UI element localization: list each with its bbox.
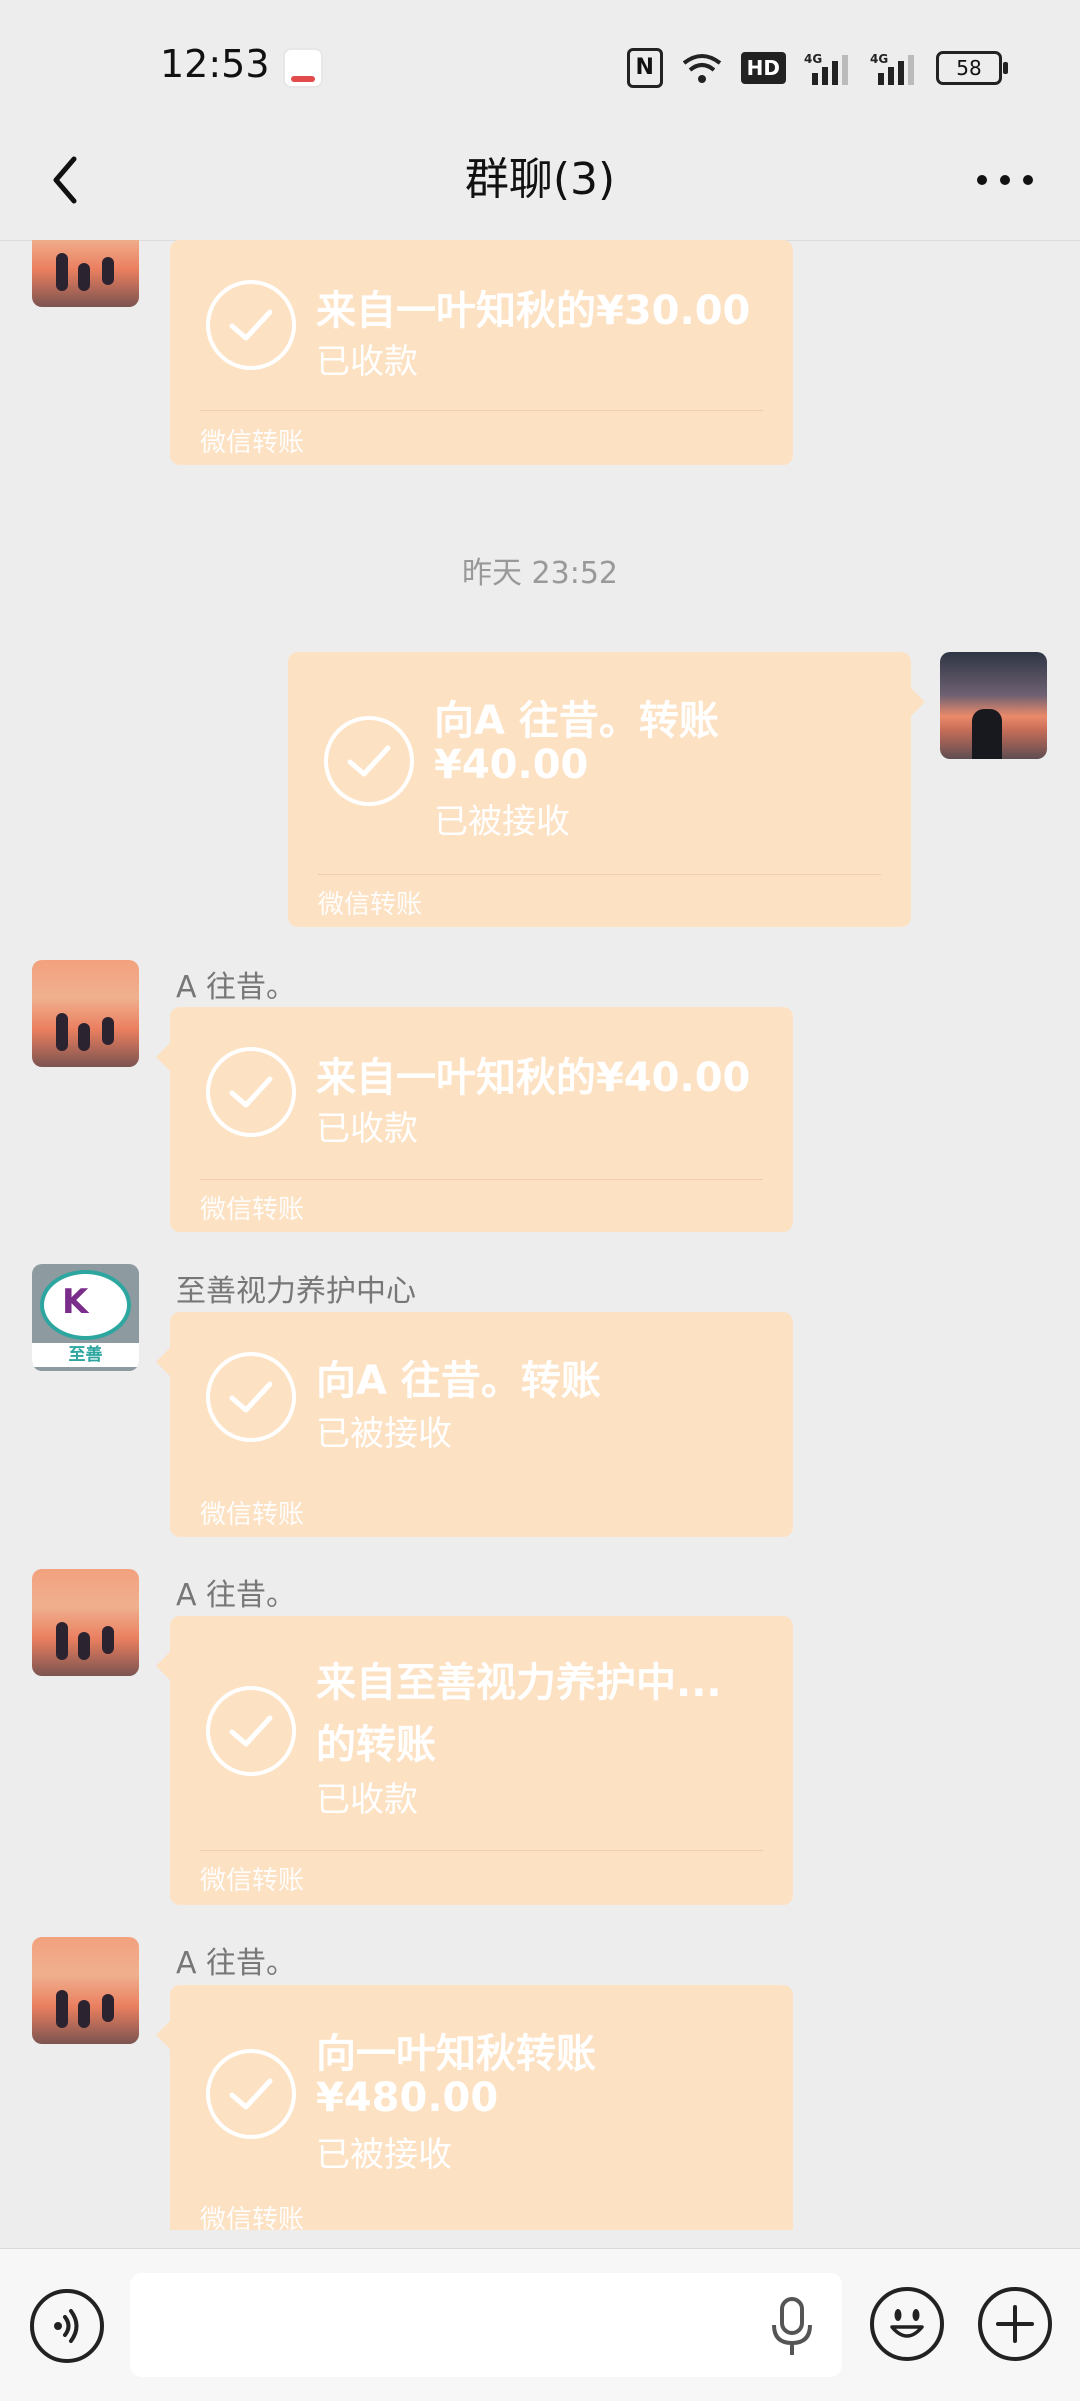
chat-title: 群聊(3) (464, 154, 616, 205)
avatar[interactable] (32, 960, 139, 1067)
divider (200, 1850, 763, 1851)
sender-name: A 往昔。 (176, 970, 297, 1005)
avatar-logo[interactable]: K 至善 (32, 1264, 139, 1371)
transfer-message[interactable]: 向A 往昔。转账 已被接收 微信转账 (156, 1312, 793, 1537)
hd-icon: HD (740, 52, 786, 84)
check-icon (206, 1686, 296, 1776)
avatar[interactable] (32, 240, 139, 307)
transfer-status: 已收款 (316, 342, 418, 382)
sender-name: A 往昔。 (176, 1578, 297, 1613)
transfer-status: 已被接收 (316, 1414, 452, 1454)
transfer-status: 已收款 (316, 1109, 418, 1149)
transfer-title: 来自一叶知秋的¥40.00 (316, 1055, 751, 1101)
svg-text:4G: 4G (804, 52, 822, 66)
check-icon (324, 716, 414, 806)
chat-header: 群聊(3) (0, 135, 1080, 241)
emoji-button[interactable] (870, 2287, 944, 2361)
transfer-title: 向A 往昔。转账 (316, 1358, 601, 1404)
message-list[interactable]: 来自一叶知秋的¥30.00 已收款 微信转账 昨天 23:52 向A 往昔。转账… (0, 240, 1080, 2230)
divider (200, 1179, 763, 1180)
transfer-title: 来自至善视力养护中... (316, 1660, 722, 1706)
timestamp: 昨天 23:52 (462, 556, 618, 591)
check-icon (206, 280, 296, 370)
check-icon (206, 2049, 296, 2139)
more-actions-button[interactable] (978, 2287, 1052, 2361)
avatar[interactable] (32, 1569, 139, 1676)
status-icons: N HD 4G 4G 58 (626, 48, 1008, 88)
nfc-icon: N (626, 48, 663, 88)
voice-mode-button[interactable] (30, 2289, 104, 2363)
check-icon (206, 1047, 296, 1137)
transfer-footer: 微信转账 (318, 890, 423, 920)
input-bar (0, 2248, 1080, 2401)
wifi-icon (682, 54, 721, 83)
check-icon (206, 1352, 296, 1442)
transfer-footer: 微信转账 (200, 1195, 305, 1225)
sender-name: A 往昔。 (176, 1946, 297, 1981)
transfer-message[interactable]: 来自一叶知秋的¥40.00 已收款 微信转账 (156, 1007, 793, 1232)
transfer-title: 向一叶知秋转账 (316, 2031, 596, 2077)
transfer-status: 已被接收 (316, 2135, 452, 2175)
more-icon[interactable] (970, 155, 1040, 205)
transfer-title: 向A 往昔。转账 (434, 698, 719, 744)
transfer-message[interactable]: 向一叶知秋转账 ¥480.00 已被接收 微信转账 (156, 1985, 793, 2230)
avatar[interactable] (32, 1937, 139, 2044)
svg-text:4G: 4G (870, 52, 888, 66)
transfer-status: 已收款 (316, 1780, 418, 1820)
transfer-title: 来自一叶知秋的¥30.00 (316, 288, 751, 334)
transfer-amount: ¥40.00 (434, 742, 589, 788)
message-input[interactable] (130, 2273, 842, 2377)
status-bar: 12:53 N HD 4G 4G 58 (0, 0, 1080, 135)
logo-mark-icon: K (62, 1282, 89, 1322)
transfer-footer: 微信转账 (200, 1866, 305, 1896)
divider (200, 410, 763, 411)
divider (318, 874, 881, 875)
sender-name: 至善视力养护中心 (176, 1274, 416, 1309)
transfer-footer: 微信转账 (200, 2205, 305, 2230)
battery-icon: 58 (936, 51, 1008, 85)
status-time: 12:53 (160, 42, 270, 86)
signal-icon: 4G (804, 52, 848, 85)
transfer-message[interactable]: 来自至善视力养护中... 的转账 已收款 微信转账 (156, 1616, 793, 1905)
transfer-message[interactable]: 向A 往昔。转账 ¥40.00 已被接收 微信转账 (288, 652, 925, 927)
transfer-status: 已被接收 (434, 802, 570, 842)
transfer-footer: 微信转账 (200, 428, 305, 458)
transfer-amount: ¥480.00 (316, 2075, 499, 2121)
avatar-logo-text: 至善 (32, 1343, 139, 1367)
signal-icon: 4G (870, 52, 914, 85)
transfer-message[interactable]: 来自一叶知秋的¥30.00 已收款 微信转账 (170, 240, 793, 465)
mic-icon[interactable] (770, 2297, 814, 2357)
transfer-footer: 微信转账 (200, 1500, 305, 1530)
transfer-title-line2: 的转账 (316, 1722, 436, 1768)
emoji-icon (890, 2309, 924, 2338)
plus-icon (996, 2305, 1034, 2343)
avatar-self[interactable] (940, 652, 1047, 759)
voice-icon (54, 2309, 79, 2343)
app-notification-icon (283, 48, 323, 88)
